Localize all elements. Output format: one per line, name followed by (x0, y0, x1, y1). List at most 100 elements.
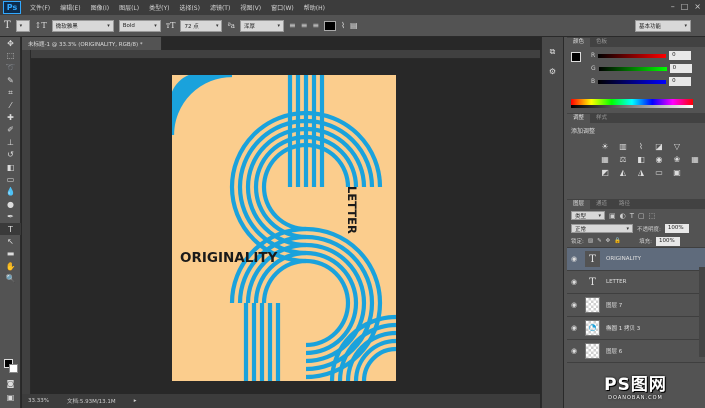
menu-help[interactable]: 帮助(H) (299, 3, 330, 12)
photo-filter-icon[interactable]: ◉ (653, 154, 665, 164)
font-style-dropdown[interactable]: Bold ▾ (118, 19, 161, 32)
color-spectrum[interactable] (571, 99, 693, 108)
antialias-dropdown[interactable]: 浑厚 ▾ (239, 19, 284, 32)
menu-layer[interactable]: 图层(L) (114, 3, 144, 12)
history-panel-icon[interactable]: ⧉ (542, 47, 563, 57)
hue-saturation-icon[interactable]: ▦ (599, 154, 611, 164)
color-panel-foreground[interactable] (571, 52, 581, 62)
menu-select[interactable]: 选择(S) (174, 3, 205, 12)
quick-mask-icon[interactable]: ◙ (0, 377, 21, 389)
layers-scrollbar[interactable] (699, 267, 705, 357)
layer-row[interactable]: ◉ ◔ 椭圆 1 拷贝 3 (567, 317, 705, 340)
brightness-icon[interactable]: ☀ (599, 141, 611, 151)
tab-channels[interactable]: 通道 (590, 200, 613, 209)
align-center-icon[interactable]: ≡ (301, 21, 308, 30)
history-brush-icon[interactable]: ↺ (0, 149, 21, 161)
healing-tool-icon[interactable]: ✚ (0, 111, 21, 123)
lasso-tool-icon[interactable]: ➰ (0, 62, 21, 74)
type-tool-icon-box[interactable]: T (0, 222, 21, 236)
tool-preset-dropdown[interactable]: ▾ (15, 19, 30, 32)
color-balance-icon[interactable]: ⚖ (617, 154, 629, 164)
layer-row[interactable]: ◉ T LETTER (567, 271, 705, 294)
lock-all-icon[interactable]: 🔒 (614, 238, 621, 244)
lock-pixels-icon[interactable]: ▨ (588, 238, 593, 244)
minimize-button[interactable]: – (671, 2, 675, 11)
visibility-eye-icon[interactable]: ◉ (567, 347, 581, 355)
foreground-background-colors[interactable] (4, 359, 18, 373)
threshold-icon[interactable]: ◮ (635, 167, 647, 177)
lock-position-icon[interactable]: ✥ (606, 238, 611, 244)
lock-paint-icon[interactable]: ✎ (597, 238, 602, 244)
zoom-level[interactable]: 33.33% (28, 398, 49, 404)
type-tool-icon[interactable]: T (4, 20, 11, 31)
selective-color-icon[interactable]: ▣ (671, 167, 683, 177)
color-lookup-icon[interactable]: ▦ (689, 154, 701, 164)
quick-select-tool-icon[interactable]: ✎ (0, 74, 21, 86)
brush-tool-icon[interactable]: ✐ (0, 124, 21, 136)
vibrance-icon[interactable]: ▽ (671, 141, 683, 151)
filter-smart-icon[interactable]: ⬚ (649, 212, 656, 220)
stamp-tool-icon[interactable]: ⊥ (0, 136, 21, 148)
visibility-eye-icon[interactable]: ◉ (567, 255, 581, 263)
exposure-icon[interactable]: ◪ (653, 141, 665, 151)
background-color[interactable] (9, 364, 18, 373)
blur-tool-icon[interactable]: 💧 (0, 186, 21, 198)
curves-icon[interactable]: ⌇ (635, 141, 647, 151)
black-white-icon[interactable]: ◧ (635, 154, 647, 164)
crop-tool-icon[interactable]: ⌗ (0, 87, 21, 99)
layer-filter-dropdown[interactable]: 类型 ▾ (571, 211, 605, 220)
move-tool-icon[interactable]: ✥ (0, 37, 21, 49)
document-tab[interactable]: 未标题-1 @ 33.3% (ORIGINALITY, RGB/8) * (22, 37, 162, 50)
filter-pixel-icon[interactable]: ▣ (609, 212, 616, 220)
menu-edit[interactable]: 编辑(E) (55, 3, 85, 12)
tab-styles[interactable]: 样式 (590, 114, 613, 123)
posterize-icon[interactable]: ◭ (617, 167, 629, 177)
text-color-swatch[interactable] (324, 20, 337, 31)
poster-text-originality[interactable]: ORIGINALITY (180, 250, 278, 266)
blue-slider[interactable] (598, 79, 667, 84)
layer-row[interactable]: ◉ T ORIGINALITY (567, 248, 705, 271)
tab-color[interactable]: 颜色 (567, 38, 591, 47)
visibility-eye-icon[interactable]: ◉ (567, 301, 581, 309)
fill-input[interactable]: 100% (656, 236, 680, 246)
eyedropper-tool-icon[interactable]: ⁄ (0, 99, 21, 111)
close-button[interactable]: × (694, 2, 701, 11)
green-slider[interactable] (598, 66, 667, 71)
visibility-eye-icon[interactable]: ◉ (567, 324, 581, 332)
visibility-eye-icon[interactable]: ◉ (567, 278, 581, 286)
maximize-button[interactable]: □ (681, 2, 689, 11)
blue-value-input[interactable]: 0 (669, 77, 692, 86)
green-value-input[interactable]: 0 (669, 64, 692, 73)
align-right-icon[interactable]: ≡ (312, 21, 319, 30)
dodge-tool-icon[interactable]: ● (0, 198, 21, 210)
gradient-tool-icon[interactable]: ▭ (0, 173, 21, 185)
font-family-dropdown[interactable]: 微软雅黑 ▾ (51, 19, 114, 32)
marquee-tool-icon[interactable]: ⬚ (0, 49, 21, 61)
text-orientation-icon[interactable]: ↕T (35, 21, 47, 30)
path-select-tool-icon[interactable]: ↖ (0, 235, 21, 247)
eraser-tool-icon[interactable]: ◧ (0, 161, 21, 173)
menu-filter[interactable]: 滤镜(T) (205, 3, 235, 12)
menu-file[interactable]: 文件(F) (25, 3, 55, 12)
shape-tool-icon[interactable]: ▬ (0, 248, 21, 260)
character-panel-icon[interactable]: ▤ (350, 21, 358, 30)
poster-text-letter[interactable]: LETTER (345, 186, 359, 234)
filter-type-icon[interactable]: T (630, 212, 634, 220)
status-arrow-icon[interactable]: ▸ (134, 398, 137, 404)
levels-icon[interactable]: ▥ (617, 141, 629, 151)
hand-tool-icon[interactable]: ✋ (0, 260, 21, 272)
tab-layers[interactable]: 图层 (567, 200, 591, 209)
workspace-dropdown[interactable]: 基本功能 ▾ (635, 20, 691, 32)
menu-image[interactable]: 图像(I) (86, 3, 114, 12)
zoom-tool-icon[interactable]: 🔍 (0, 272, 21, 284)
poster-canvas[interactable]: ORIGINALITY LETTER (172, 75, 396, 381)
tab-adjustments[interactable]: 调整 (567, 114, 591, 123)
tab-paths[interactable]: 路径 (613, 200, 636, 209)
pen-tool-icon[interactable]: ✒ (0, 210, 21, 222)
blend-mode-dropdown[interactable]: 正常 ▾ (571, 224, 633, 233)
menu-view[interactable]: 视图(V) (235, 3, 266, 12)
filter-shape-icon[interactable]: ▢ (638, 212, 645, 220)
channel-mixer-icon[interactable]: ❀ (671, 154, 683, 164)
font-size-dropdown[interactable]: 72 点 ▾ (180, 19, 223, 32)
filter-adjust-icon[interactable]: ◐ (620, 212, 626, 220)
